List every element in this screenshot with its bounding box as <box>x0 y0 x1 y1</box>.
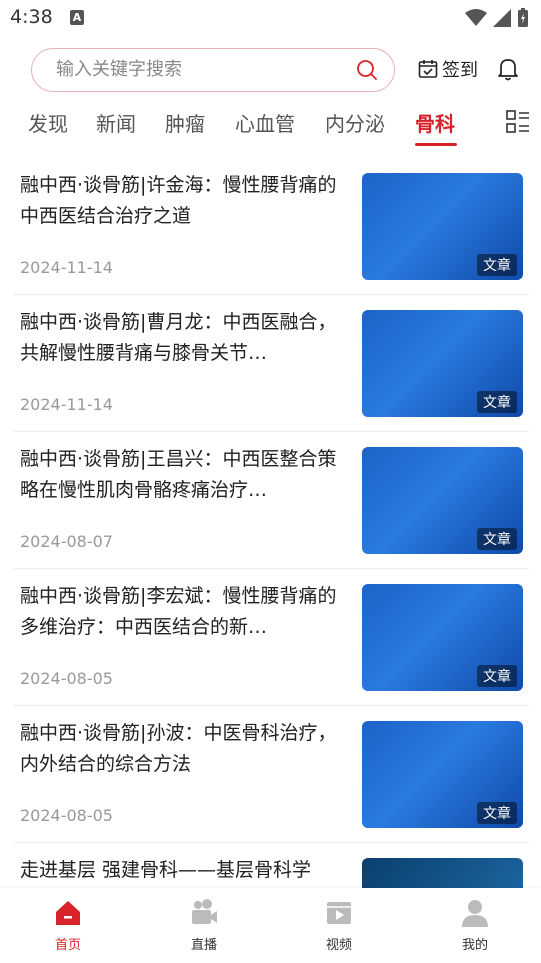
wifi-icon <box>465 9 487 26</box>
article-title: 融中西·谈骨筋|许金海：慢性腰背痛的中西医结合治疗之道 <box>20 174 337 227</box>
nav-home-label: 首页 <box>54 938 81 953</box>
status-time: 4:38 <box>10 6 53 28</box>
header: 签到 <box>0 46 541 94</box>
article-type-badge: 文章 <box>477 802 517 824</box>
tab-orthopedics[interactable]: 骨科 <box>415 108 455 137</box>
bell-icon[interactable] <box>496 56 520 82</box>
checkin-label: 签到 <box>442 60 478 81</box>
article-date: 2024-08-05 <box>20 669 113 688</box>
tab-endocrine[interactable]: 内分泌 <box>325 108 385 137</box>
nav-live[interactable]: 直播 <box>164 898 244 953</box>
article-thumbnail <box>362 858 523 888</box>
nav-profile[interactable]: 我的 <box>435 898 515 953</box>
article-item[interactable]: 融中西·谈骨筋|曹月龙：中西医融合，共解慢性腰背痛与膝骨关节… 2024-11-… <box>13 295 529 432</box>
active-tab-indicator <box>415 143 457 146</box>
nav-live-label: 直播 <box>190 938 217 953</box>
article-date: 2024-11-14 <box>20 395 113 414</box>
live-icon <box>192 899 217 924</box>
article-type-badge: 文章 <box>477 665 517 687</box>
status-icons <box>465 7 529 29</box>
article-title: 融中西·谈骨筋|王昌兴：中西医整合策略在慢性肌肉骨骼疼痛治疗… <box>20 448 337 501</box>
home-icon <box>56 901 80 925</box>
tab-oncology[interactable]: 肿瘤 <box>165 108 205 137</box>
nav-video[interactable]: 视频 <box>299 898 379 953</box>
article-item[interactable]: 融中西·谈骨筋|孙波：中医骨科治疗，内外结合的综合方法 2024-08-05 文… <box>13 706 529 843</box>
article-title: 走进基层 强建骨科——基层骨科学 <box>20 859 312 881</box>
article-thumbnail: 文章 <box>362 310 523 417</box>
status-bar: 4:38 A <box>0 0 541 36</box>
nav-profile-label: 我的 <box>461 938 488 953</box>
tab-discover[interactable]: 发现 <box>28 108 68 137</box>
article-title: 融中西·谈骨筋|李宏斌：慢性腰背痛的多维治疗：中西医结合的新… <box>20 585 337 638</box>
profile-icon <box>462 900 488 927</box>
article-feed: 融中西·谈骨筋|许金海：慢性腰背痛的中西医结合治疗之道 2024-11-14 文… <box>0 158 541 888</box>
search-icon[interactable] <box>356 59 378 81</box>
article-thumbnail: 文章 <box>362 173 523 280</box>
nav-video-label: 视频 <box>325 938 352 953</box>
article-title: 融中西·谈骨筋|曹月龙：中西医融合，共解慢性腰背痛与膝骨关节… <box>20 311 337 364</box>
article-item[interactable]: 融中西·谈骨筋|许金海：慢性腰背痛的中西医结合治疗之道 2024-11-14 文… <box>13 158 529 295</box>
notification-a-icon: A <box>70 10 84 25</box>
search-input[interactable] <box>56 49 346 90</box>
signal-icon <box>493 9 511 27</box>
article-type-badge: 文章 <box>477 391 517 413</box>
bottom-nav: 首页 直播 视频 我的 <box>0 888 541 963</box>
article-thumbnail: 文章 <box>362 584 523 691</box>
article-date: 2024-08-07 <box>20 532 113 551</box>
checkin-button[interactable]: 签到 <box>418 56 478 82</box>
article-date: 2024-08-05 <box>20 806 113 825</box>
article-item[interactable]: 融中西·谈骨筋|王昌兴：中西医整合策略在慢性肌肉骨骼疼痛治疗… 2024-08-… <box>13 432 529 569</box>
article-thumbnail: 文章 <box>362 447 523 554</box>
video-icon <box>327 902 351 924</box>
article-title: 融中西·谈骨筋|孙波：中医骨科治疗，内外结合的综合方法 <box>20 722 337 775</box>
article-thumbnail: 文章 <box>362 721 523 828</box>
tab-news[interactable]: 新闻 <box>96 108 136 137</box>
tab-cardiovascular[interactable]: 心血管 <box>235 108 295 137</box>
category-tabs: 发现 新闻 肿瘤 心血管 内分泌 骨科 <box>0 104 541 148</box>
search-box[interactable] <box>31 48 395 92</box>
article-type-badge: 文章 <box>477 254 517 276</box>
calendar-check-icon <box>418 60 438 78</box>
nav-home[interactable]: 首页 <box>28 898 108 953</box>
article-type-badge: 文章 <box>477 528 517 550</box>
category-menu-icon[interactable] <box>506 110 530 134</box>
article-date: 2024-11-14 <box>20 258 113 277</box>
article-item[interactable]: 走进基层 强建骨科——基层骨科学 <box>13 843 529 888</box>
article-item[interactable]: 融中西·谈骨筋|李宏斌：慢性腰背痛的多维治疗：中西医结合的新… 2024-08-… <box>13 569 529 706</box>
battery-icon <box>518 8 528 27</box>
